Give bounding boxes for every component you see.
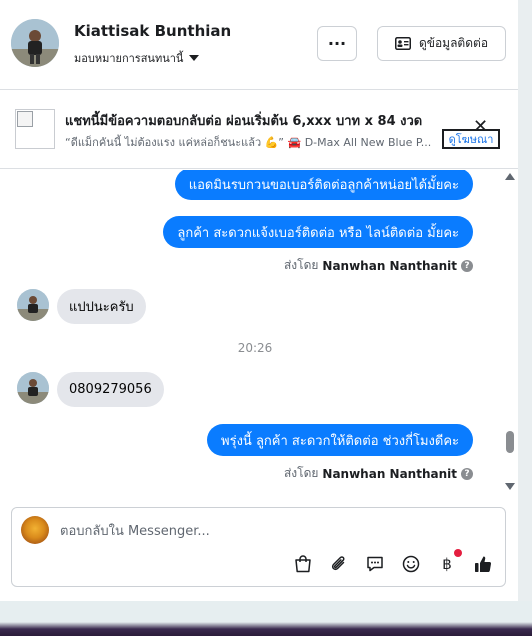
payment-icon[interactable]: ฿ (435, 549, 462, 576)
contact-avatar[interactable] (11, 19, 59, 67)
contact-avatar-small[interactable] (17, 372, 49, 404)
reply-input[interactable] (60, 520, 480, 542)
like-icon[interactable] (471, 552, 495, 576)
message-timestamp: 20:26 (237, 341, 273, 355)
message-thread[interactable]: แอดมินรบกวนขอเบอร์ติดต่อลูกค้าหน่อยได้มั… (0, 170, 518, 497)
contact-card-icon (394, 37, 411, 50)
notification-dot (454, 549, 462, 557)
outgoing-message: แอดมินรบกวนขอเบอร์ติดต่อลูกค้าหน่อยได้มั… (174, 170, 473, 200)
close-icon[interactable]: ✕ (473, 118, 488, 136)
scroll-down-arrow[interactable] (505, 483, 515, 490)
avatar-photo (17, 372, 49, 404)
sent-by-prefix: ส่งโดย (283, 258, 319, 272)
caret-down-icon (189, 55, 200, 61)
ad-context-bar: แชทนี้มีข้อความตอบกลับต่อ ผ่อนเริ่มต้น 6… (0, 91, 518, 169)
scrollbar-thumb[interactable] (506, 431, 514, 453)
sent-by-prefix: ส่งโดย (283, 466, 319, 480)
emoji-icon[interactable] (399, 552, 423, 576)
desktop-background (0, 601, 532, 636)
sender-name: Nanwhan Nanthanit (322, 466, 457, 481)
saved-reply-icon[interactable] (363, 552, 387, 576)
page-avatar (21, 516, 49, 544)
help-icon[interactable]: ? (461, 467, 473, 480)
ad-thumbnail[interactable] (15, 109, 55, 149)
incoming-message: 0809279056 (57, 372, 164, 407)
attachment-icon[interactable] (327, 552, 351, 576)
more-icon: ··· (327, 34, 347, 53)
view-contact-info-button[interactable]: ดูข้อมูลติดต่อ (377, 26, 506, 61)
assign-label: มอบหมายการสนทนานี้ (74, 52, 184, 65)
incoming-message: แปปนะครับ (57, 289, 146, 324)
sent-by-label: ส่งโดย Nanwhan Nanthanit ? (284, 256, 473, 275)
help-icon[interactable]: ? (461, 259, 473, 272)
assign-conversation-dropdown[interactable]: มอบหมายการสนทนานี้ (74, 49, 200, 67)
conversation-panel: Kiattisak Bunthian มอบหมายการสนทนานี้ ··… (0, 0, 518, 601)
more-options-button[interactable]: ··· (317, 26, 357, 61)
window-edge (518, 0, 532, 601)
view-ad-link[interactable]: ดูโฆษณา (442, 129, 500, 149)
contact-info-label: ดูข้อมูลติดต่อ (418, 36, 489, 50)
scroll-up-arrow[interactable] (505, 173, 515, 180)
contact-avatar-small[interactable] (17, 289, 49, 321)
sent-by-label: ส่งโดย Nanwhan Nanthanit ? (284, 464, 473, 483)
sender-name: Nanwhan Nanthanit (322, 258, 457, 273)
composer-toolbar: ฿ (291, 549, 495, 576)
reply-composer: ฿ (11, 507, 506, 587)
conversation-header: Kiattisak Bunthian มอบหมายการสนทนานี้ ··… (0, 0, 518, 90)
ad-title: แชทนี้มีข้อความตอบกลับต่อ ผ่อนเริ่มต้น 6… (65, 114, 423, 129)
avatar-photo (17, 289, 49, 321)
outgoing-message: ลูกค้า สะดวกแจ้งเบอร์ติดต่อ หรือ ไลน์ติด… (163, 216, 473, 248)
outgoing-message: พรุ่งนี้ ลูกค้า สะดวกให้ติดต่อ ช่วงกี่โม… (207, 424, 473, 456)
svg-text:฿: ฿ (442, 555, 452, 573)
shopping-bag-icon[interactable] (291, 552, 315, 576)
avatar-photo (11, 19, 59, 67)
ad-subtitle: “ดีแม็กคันนี้ ไม่ต้องแรง แค่หล่อก็ชนะแล้… (65, 136, 432, 149)
contact-name: Kiattisak Bunthian (74, 22, 232, 40)
